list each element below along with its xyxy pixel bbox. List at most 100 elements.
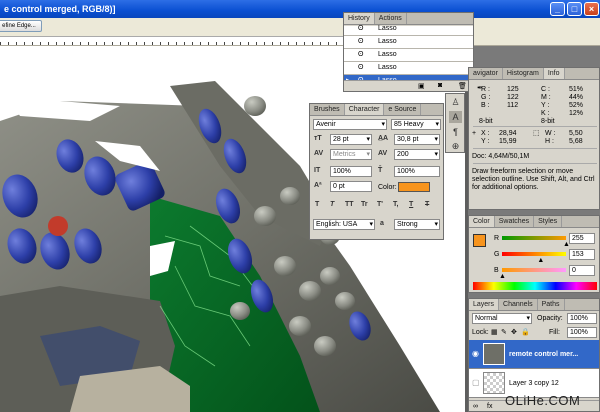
tab-clone-source[interactable]: e Source — [384, 104, 422, 115]
b-slider-thumb[interactable]: ▲ — [499, 272, 506, 281]
info-value: 5,68 — [569, 138, 583, 145]
tab-brushes[interactable]: Brushes — [310, 104, 345, 115]
layer-style-icon[interactable]: fx — [487, 402, 492, 411]
fill-label: Fill: — [549, 329, 560, 336]
new-document-icon[interactable]: ▣ — [418, 82, 425, 90]
clone-source-icon[interactable]: ⊕ — [449, 140, 462, 152]
tool-hint: for additional options. — [472, 184, 539, 191]
text-style-buttons: T T TT Tr T' T, T T — [313, 199, 442, 211]
color-channel-label: G — [494, 251, 500, 258]
crosshair-icon: + — [472, 130, 477, 137]
all-caps-button[interactable]: TT — [345, 201, 354, 208]
r-slider-track[interactable] — [502, 236, 566, 240]
lock-transparency-icon[interactable]: ▦ — [491, 328, 498, 337]
underline-button[interactable]: T — [409, 201, 413, 208]
strikethrough-button[interactable]: T — [425, 201, 429, 208]
color-tabs: Color Swatches Styles — [469, 216, 599, 228]
tracking-icon: AV — [378, 150, 388, 157]
antialias-select[interactable]: Strong — [394, 219, 440, 230]
info-label: Y : — [481, 138, 490, 145]
list-item[interactable]: ʘ Lasso — [344, 23, 473, 36]
color-spectrum-bar[interactable] — [473, 282, 597, 290]
link-layers-icon[interactable]: ∞ — [473, 402, 478, 411]
text-color-label: Color: — [378, 184, 397, 191]
b-value-input[interactable]: 0 — [569, 265, 595, 276]
camera-icon[interactable]: ◙ — [438, 82, 442, 89]
close-button[interactable]: × — [584, 2, 599, 16]
window-title-bar: e control merged, RGB/8)] — [0, 0, 600, 18]
refine-edge-button[interactable]: efine Edge... — [0, 20, 42, 32]
vertical-scale-icon: IT — [314, 167, 321, 174]
history-footer: ▣ ◙ 🗑 — [344, 80, 473, 91]
faux-bold-button[interactable]: T — [315, 201, 319, 208]
list-item[interactable]: ʘ Lasso — [344, 49, 473, 62]
list-item[interactable]: ʘ Lasso — [344, 62, 473, 75]
lasso-icon: ʘ — [358, 51, 364, 58]
tab-swatches[interactable]: Swatches — [495, 216, 535, 227]
visibility-eye-icon[interactable]: ◉ — [472, 349, 479, 358]
lock-label: Lock: — [472, 329, 489, 336]
font-family-select[interactable]: Avenir — [313, 119, 387, 130]
small-caps-button[interactable]: Tr — [361, 201, 368, 208]
text-color-swatch[interactable] — [398, 182, 430, 192]
visibility-toggle-icon[interactable]: ▢ — [472, 378, 480, 387]
baseline-shift-icon: Aª — [314, 182, 322, 189]
opacity-input[interactable]: 100% — [567, 313, 597, 324]
trash-icon[interactable]: 🗑 — [458, 82, 467, 90]
fill-input[interactable]: 100% — [567, 327, 597, 338]
horizontal-scale-input[interactable]: 100% — [394, 166, 440, 177]
character-icon[interactable]: A — [449, 111, 462, 123]
minimize-button[interactable]: _ — [550, 2, 565, 16]
foreground-color-swatch[interactable] — [473, 234, 486, 247]
info-bit-depth: 8-bit — [479, 118, 493, 125]
history-brush-icon[interactable]: ♙ — [449, 96, 462, 108]
tab-info[interactable]: Info — [543, 68, 565, 79]
tab-channels[interactable]: Channels — [499, 299, 538, 310]
lasso-icon: ʘ — [358, 38, 364, 45]
g-slider-thumb[interactable]: ▲ — [537, 256, 544, 265]
watermark: OLiHe.COM — [505, 393, 581, 408]
language-select[interactable]: English: USA — [313, 219, 375, 230]
r-value-input[interactable]: 255 — [569, 233, 595, 244]
tab-character[interactable]: Character — [344, 104, 385, 115]
leading-select[interactable]: 30,8 pt — [394, 134, 440, 145]
tab-color[interactable]: Color — [469, 216, 495, 227]
history-item-label: Lasso — [378, 38, 397, 45]
tracking-select[interactable]: 200 — [394, 149, 440, 160]
tab-styles[interactable]: Styles — [534, 216, 563, 227]
info-bit-depth: 8-bit — [541, 118, 555, 125]
tab-layers[interactable]: Layers — [469, 299, 500, 310]
lock-move-icon[interactable]: ✥ — [511, 328, 517, 337]
font-style-select[interactable]: 85 Heavy — [391, 119, 441, 130]
tab-paths[interactable]: Paths — [538, 299, 565, 310]
g-slider-track[interactable] — [502, 252, 566, 256]
subscript-button[interactable]: T, — [393, 201, 398, 208]
font-size-select[interactable]: 28 pt — [330, 134, 372, 145]
document-size: Doc: 4,64M/50,1M — [472, 153, 530, 160]
b-slider-track[interactable] — [502, 268, 566, 272]
tab-navigator[interactable]: avigator — [469, 68, 503, 79]
vertical-scale-input[interactable]: 100% — [330, 166, 372, 177]
lasso-icon: ʘ — [358, 25, 364, 32]
maximize-button[interactable]: □ — [567, 2, 582, 16]
color-panel: Color Swatches Styles R G B ▲ ▲ ▲ 255 153 … — [468, 215, 600, 293]
info-panel: avigator Histogram Info ✒ R : G : B : 125 … — [468, 67, 600, 210]
history-list: ʘ Lasso ʘ Lasso ʘ Lasso ʘ Lasso ▸ ʘ Lass… — [344, 23, 473, 88]
leading-icon: A̲A — [378, 135, 389, 142]
divider — [473, 126, 597, 127]
layer-row-selected[interactable]: ◉ remote control mer... — [469, 340, 599, 369]
g-value-input[interactable]: 153 — [569, 249, 595, 260]
list-item[interactable]: ʘ Lasso — [344, 36, 473, 49]
blend-mode-select[interactable]: Normal — [472, 313, 532, 324]
antialias-icon: a — [380, 220, 384, 227]
kerning-select[interactable]: Metrics — [330, 149, 372, 160]
tab-histogram[interactable]: Histogram — [503, 68, 544, 79]
lock-brush-icon[interactable]: ✎ — [501, 328, 507, 337]
lock-all-icon[interactable]: 🔒 — [521, 328, 530, 337]
faux-italic-button[interactable]: T — [330, 201, 334, 208]
layer-name: remote control mer... — [509, 351, 579, 358]
paragraph-icon[interactable]: ¶ — [449, 126, 462, 138]
character-panel: BrushesCharactere Source Avenir 85 Heavy… — [309, 103, 444, 240]
superscript-button[interactable]: T' — [377, 201, 383, 208]
baseline-shift-input[interactable]: 0 pt — [330, 181, 372, 192]
